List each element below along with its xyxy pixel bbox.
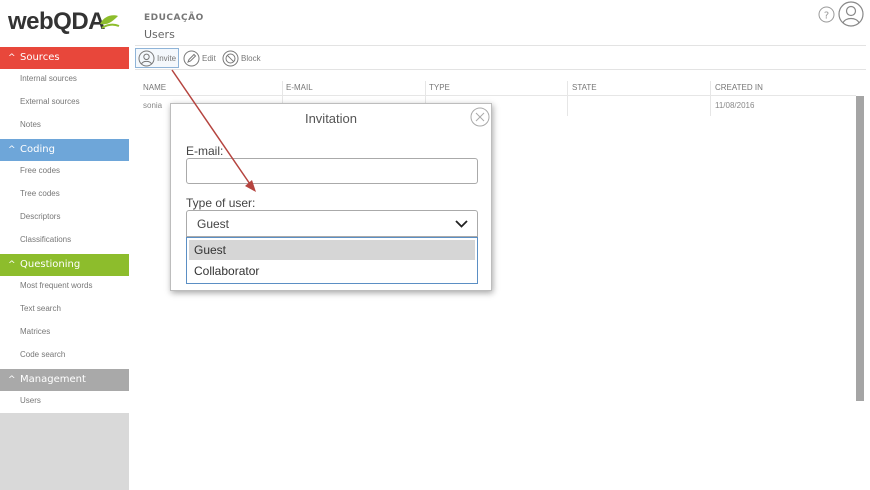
sidebar-item-classifications[interactable]: Classifications — [20, 235, 71, 244]
sidebar-item-descriptors[interactable]: Descriptors — [20, 212, 60, 221]
project-name: EDUCAÇÃO — [144, 13, 204, 23]
type-of-user-label: Type of user: — [186, 196, 256, 210]
column-header-created-in[interactable]: CREATED IN — [715, 83, 763, 92]
email-label: E-mail: — [186, 144, 224, 158]
dialog-title: Invitation — [304, 111, 358, 126]
section-sources[interactable]: ^ Sources — [0, 47, 129, 69]
section-label: Management — [20, 374, 86, 385]
invitation-dialog: Invitation E-mail: Type of user: Guest G… — [170, 103, 492, 291]
sidebar-item-free-codes[interactable]: Free codes — [20, 166, 60, 175]
page-title: Users — [144, 28, 175, 41]
divider — [140, 95, 856, 96]
invite-button[interactable]: Invite — [135, 48, 179, 68]
column-divider — [567, 81, 568, 116]
edit-button[interactable]: Edit — [183, 48, 223, 68]
email-field[interactable] — [186, 158, 478, 184]
sidebar-item-tree-codes[interactable]: Tree codes — [20, 189, 60, 198]
block-label: Block — [241, 53, 261, 63]
sidebar-item-internal-sources[interactable]: Internal sources — [20, 74, 77, 83]
chevron-down-icon — [455, 220, 468, 228]
sidebar-item-users[interactable]: Users — [20, 396, 41, 405]
column-header-name[interactable]: NAME — [143, 83, 166, 92]
sidebar-item-external-sources[interactable]: External sources — [20, 97, 80, 106]
invite-label: Invite — [157, 53, 177, 63]
divider — [135, 69, 866, 70]
sidebar: webQDA ^ Sources Internal sources Extern… — [0, 0, 129, 490]
column-header-state[interactable]: STATE — [572, 83, 597, 92]
chevron-up-icon: ^ — [8, 53, 16, 63]
help-icon[interactable]: ? — [818, 6, 835, 23]
sidebar-footer-area — [0, 413, 129, 490]
table-cell-created[interactable]: 11/08/2016 — [715, 101, 754, 110]
edit-label: Edit — [202, 53, 216, 63]
scrollbar[interactable] — [856, 96, 864, 401]
sidebar-item-text-search[interactable]: Text search — [20, 304, 61, 313]
svg-text:?: ? — [824, 11, 829, 22]
sidebar-item-notes[interactable]: Notes — [20, 120, 41, 129]
chevron-up-icon: ^ — [8, 375, 16, 385]
block-icon — [222, 50, 239, 66]
section-management[interactable]: ^ Management — [0, 369, 129, 391]
column-header-type[interactable]: TYPE — [429, 83, 450, 92]
selected-value: Guest — [197, 217, 230, 231]
sidebar-item-most-frequent-words[interactable]: Most frequent words — [20, 281, 92, 290]
table-cell-name[interactable]: sonia — [143, 101, 162, 110]
user-icon — [138, 50, 155, 66]
column-header-email[interactable]: E-MAIL — [286, 83, 313, 92]
sidebar-item-code-search[interactable]: Code search — [20, 350, 65, 359]
section-coding[interactable]: ^ Coding — [0, 139, 129, 161]
divider — [135, 45, 866, 46]
column-divider — [710, 81, 711, 116]
type-of-user-options: Guest Collaborator — [186, 237, 478, 284]
close-icon[interactable] — [470, 107, 490, 127]
section-label: Coding — [20, 144, 55, 155]
chevron-up-icon: ^ — [8, 145, 16, 155]
sidebar-item-matrices[interactable]: Matrices — [20, 327, 50, 336]
section-label: Questioning — [20, 259, 81, 270]
section-questioning[interactable]: ^ Questioning — [0, 254, 129, 276]
app-logo[interactable]: webQDA — [8, 8, 106, 36]
user-account-icon[interactable] — [838, 1, 864, 27]
option-guest[interactable]: Guest — [189, 240, 475, 260]
type-of-user-select[interactable]: Guest — [186, 210, 478, 237]
pencil-icon — [183, 50, 200, 66]
leaf-icon — [100, 15, 120, 29]
section-label: Sources — [20, 52, 60, 63]
option-collaborator[interactable]: Collaborator — [189, 261, 475, 281]
block-button[interactable]: Block — [222, 48, 272, 68]
chevron-up-icon: ^ — [8, 260, 16, 270]
